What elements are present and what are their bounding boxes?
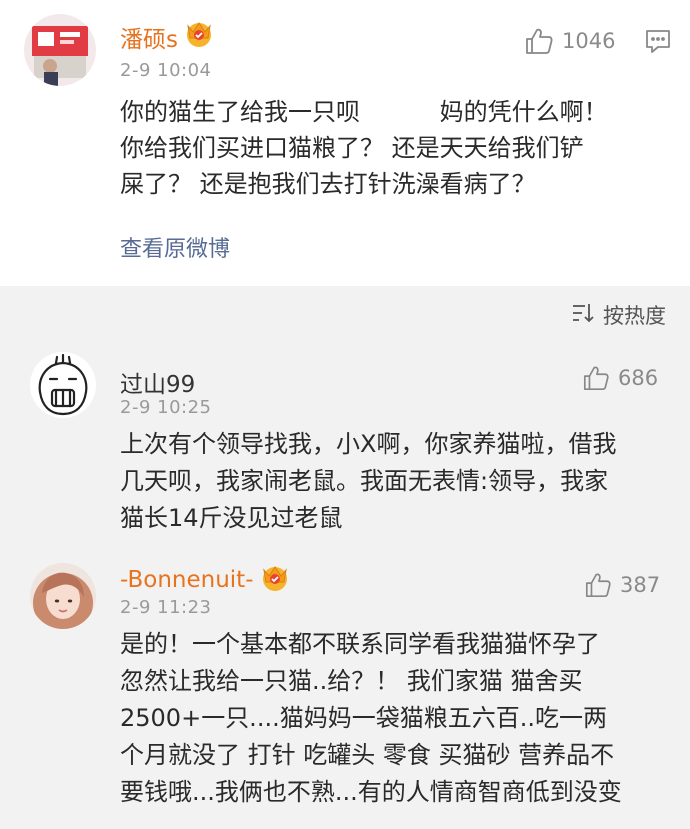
comment-like-button[interactable]: 686: [582, 364, 658, 392]
comment-icon[interactable]: [644, 28, 672, 58]
like-count: 1046: [562, 29, 616, 53]
view-original-link[interactable]: 查看原微博: [120, 231, 230, 263]
sort-label: 按热度: [603, 304, 666, 328]
sort-by-hot-button[interactable]: 按热度: [571, 300, 666, 330]
like-button[interactable]: 1046: [524, 26, 615, 56]
comment-like-button[interactable]: 387: [584, 571, 660, 599]
comment-body-text: 上次有个领导找我，小X啊，你家养猫啦，借我 几天呗，我家闹老鼠。我面无表情:领导…: [120, 430, 617, 532]
comment-author-name[interactable]: -Bonnenuit-: [120, 567, 254, 593]
avatar[interactable]: [30, 563, 96, 629]
comment-timestamp: 2-9 10:25: [120, 397, 212, 418]
thumbs-up-icon: [584, 571, 612, 599]
crown-badge-icon: [182, 18, 216, 48]
post-author-name[interactable]: 潘硕s: [120, 20, 178, 54]
thumbs-up-icon: [524, 26, 554, 56]
like-count: 686: [618, 366, 659, 390]
comment-timestamp: 2-9 11:23: [120, 597, 212, 618]
original-post: 潘硕s 2-9 10:04 1046 你的猫生了给我一只呗 妈的凭什么啊！ 你给…: [0, 0, 690, 286]
post-body-text: 你的猫生了给我一只呗 妈的凭什么啊！ 你给我们买进口猫粮了？ 还是天天给我们铲 …: [120, 98, 608, 198]
avatar[interactable]: [24, 14, 96, 86]
avatar[interactable]: [30, 352, 96, 418]
crown-badge-icon: [258, 562, 292, 592]
sort-icon: [571, 302, 595, 329]
comment-author-name[interactable]: 过山99: [120, 365, 195, 399]
thumbs-up-icon: [582, 364, 610, 392]
post-timestamp: 2-9 10:04: [120, 60, 212, 81]
comment-body-text: 是的！一个基本都不联系同学看我猫猫怀孕了 忽然让我给一只猫..给？！ 我们家猫 …: [120, 630, 622, 806]
like-count: 387: [620, 573, 661, 597]
